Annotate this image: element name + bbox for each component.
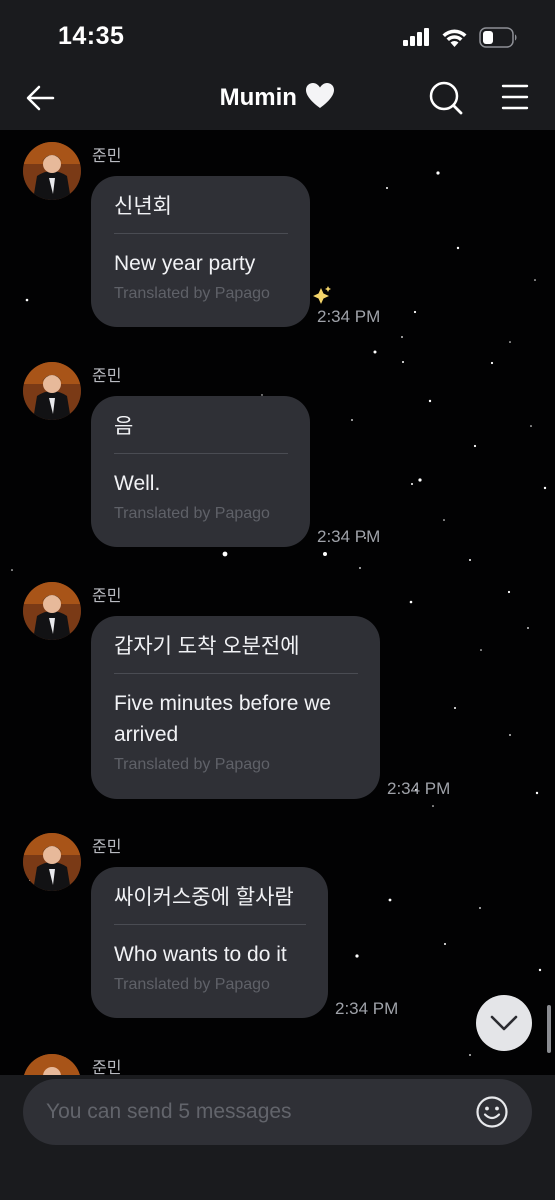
translation-credit: Translated by Papago (114, 756, 270, 773)
message-time: 2:34 PM (317, 307, 381, 326)
chat-title-text: Mumin (219, 84, 297, 111)
message-bubble[interactable]: 신년회 New year party Translated by Papago (91, 176, 310, 327)
status-icons (403, 24, 519, 50)
scroll-to-bottom-button[interactable] (476, 995, 532, 1051)
menu-button[interactable] (498, 80, 534, 116)
message-time: 2:34 PM (387, 779, 451, 798)
translation-credit: Translated by Papago (114, 285, 270, 302)
message-input[interactable] (46, 1079, 466, 1145)
avatar[interactable] (23, 362, 81, 420)
smiley-face-icon (476, 1096, 508, 1128)
search-button[interactable] (428, 80, 464, 116)
menu-icon (501, 84, 529, 110)
translated-text: New year party (114, 252, 256, 275)
wifi-icon (442, 29, 467, 47)
emoji-button[interactable] (475, 1095, 509, 1129)
avatar[interactable] (23, 582, 81, 640)
translated-text: Well. (114, 472, 161, 495)
original-text: 음 (114, 412, 288, 454)
composer-bar (0, 1075, 555, 1200)
cellular-signal-icon (403, 28, 429, 46)
translated-text: Five minutes before we arrived (114, 692, 332, 746)
chat-header: Mumin (0, 70, 555, 130)
sender-name: 준민 (92, 588, 122, 605)
message-input-container (23, 1079, 532, 1145)
message-time: 2:34 PM (317, 527, 381, 546)
original-text: 신년회 (114, 192, 288, 234)
sender-name: 준민 (92, 148, 122, 165)
translation-credit: Translated by Papago (114, 976, 270, 993)
scrollbar[interactable] (547, 1005, 551, 1053)
white-heart-icon (306, 83, 335, 108)
chevron-down-icon (490, 1015, 518, 1031)
avatar[interactable] (23, 833, 81, 891)
message-bubble[interactable]: 싸이커스중에 할사람 Who wants to do it Translated… (91, 867, 328, 1018)
sender-name: 준민 (92, 368, 122, 385)
avatar[interactable] (23, 142, 81, 200)
original-text: 갑자기 도착 오분전에 (114, 632, 358, 674)
message-bubble[interactable]: 갑자기 도착 오분전에 Five minutes before we arriv… (91, 616, 380, 799)
translation-credit: Translated by Papago (114, 505, 270, 522)
translated-text: Who wants to do it (114, 943, 287, 966)
message-bubble[interactable]: 음 Well. Translated by Papago (91, 396, 310, 547)
original-text: 싸이커스중에 할사람 (114, 883, 306, 925)
status-time: 14:35 (58, 22, 125, 50)
chat-screen: 14:35 Mumin 준민 신년회 New year party Transl… (0, 0, 555, 1200)
status-bar: 14:35 (0, 0, 555, 70)
message-time: 2:34 PM (335, 999, 399, 1018)
chat-title[interactable]: Mumin (0, 82, 555, 112)
sparkle-icon (313, 286, 331, 304)
sender-name: 준민 (92, 839, 122, 856)
search-icon (429, 81, 463, 115)
battery-icon (479, 26, 517, 48)
